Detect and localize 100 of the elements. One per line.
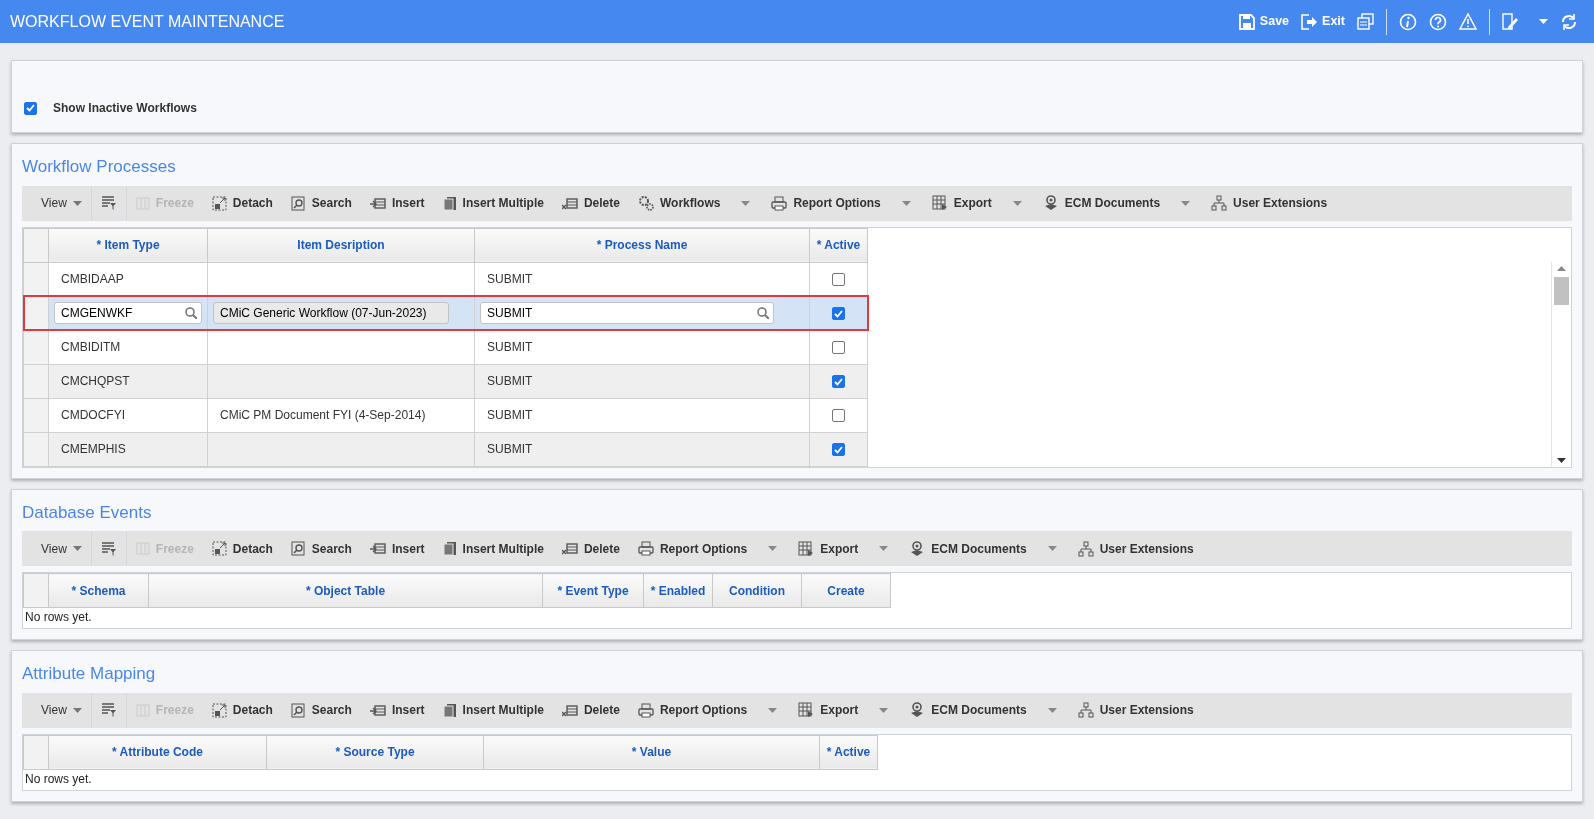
toolbar-button[interactable]: Search <box>281 692 361 728</box>
toolbar-button[interactable]: Insert <box>360 692 434 728</box>
row-header[interactable] <box>23 330 49 364</box>
toolbar-button[interactable]: Insert <box>360 185 434 221</box>
caret-icon <box>741 200 751 206</box>
pages-icon <box>442 541 457 556</box>
hierarchy-icon <box>1077 540 1094 557</box>
gears-icon <box>637 195 654 211</box>
caret-icon <box>879 546 889 551</box>
toolbar-button[interactable]: Workflows <box>628 185 730 221</box>
view-menu[interactable]: View <box>32 692 91 728</box>
toolbar-button[interactable]: Detach <box>202 531 282 566</box>
table-row[interactable]: CMBIDITM SUBMIT <box>23 330 868 364</box>
scroll-thumb[interactable] <box>1554 276 1569 305</box>
column-header: * Value <box>483 735 820 769</box>
printer-icon <box>637 541 654 556</box>
row-header[interactable] <box>23 262 49 296</box>
caret-icon <box>879 707 889 713</box>
caret-icon <box>1539 19 1548 24</box>
table-row[interactable]: CMEMPHIS SUBMIT <box>23 432 868 466</box>
toolbar-button[interactable]: User Extensions <box>1068 531 1203 566</box>
column-header: * Active <box>809 228 868 262</box>
delete-row-icon <box>561 195 578 211</box>
toolbar-button[interactable]: Search <box>281 185 361 221</box>
toolbar-button[interactable]: Insert Multiple <box>433 531 553 566</box>
table-row[interactable]: CMDOCFYI CMiC PM Document FYI (4-Sep-2014) SUBMIT <box>23 398 868 432</box>
toolbar-button[interactable]: Export <box>922 185 1001 221</box>
search-icon <box>290 541 306 556</box>
toolbar-button[interactable]: Report Options <box>628 692 757 728</box>
table-row[interactable]: CMCHQPST SUBMIT <box>23 364 868 398</box>
toolbar-button[interactable]: Export <box>789 531 868 566</box>
table-cell: SUBMIT <box>474 432 810 466</box>
process-name-field[interactable]: SUBMIT <box>480 302 774 324</box>
table-row[interactable]: CMGENWKF CMiC Generic Workflow (07-Jun-2023) SUBMIT <box>23 296 868 330</box>
toolbar-button[interactable]: Delete <box>552 692 629 728</box>
toolbar-button[interactable]: Report Options <box>762 185 890 221</box>
caret-icon <box>1012 200 1022 206</box>
filter-icon <box>100 540 117 557</box>
detach-icon <box>211 195 227 211</box>
search-icon <box>757 307 769 319</box>
insert-row-icon <box>369 195 386 211</box>
toolbar-button[interactable]: ECM Documents <box>1033 185 1170 221</box>
help-icon <box>1429 12 1447 31</box>
toolbar-button[interactable]: Detach <box>202 185 282 221</box>
active-checkbox[interactable] <box>832 341 845 355</box>
column-header: * Active <box>819 735 878 769</box>
scroll-up-icon <box>1557 265 1566 271</box>
caret-icon <box>72 707 82 713</box>
search-icon <box>185 307 197 319</box>
active-checkbox[interactable] <box>832 443 845 457</box>
toolbar-button[interactable]: ECM Documents <box>900 531 1036 566</box>
caret-icon <box>1047 707 1057 713</box>
detach-icon <box>211 702 227 718</box>
row-header-corner <box>23 735 49 769</box>
hierarchy-icon <box>1211 195 1228 211</box>
table-cell: CMCHQPST <box>48 364 208 398</box>
toolbar-button[interactable]: Delete <box>552 531 629 566</box>
section-title: Workflow Processes <box>21 156 177 178</box>
active-checkbox[interactable] <box>832 273 845 287</box>
table-export-icon <box>798 702 815 718</box>
table-row[interactable]: CMBIDAAP SUBMIT <box>23 262 868 296</box>
insert-row-icon <box>369 702 386 718</box>
table-export-icon <box>931 195 948 211</box>
column-header: * Process Name <box>474 228 810 262</box>
item-type-field[interactable]: CMGENWKF <box>54 302 202 324</box>
toolbar-button[interactable]: Delete <box>552 185 629 221</box>
row-header[interactable] <box>23 296 49 330</box>
view-menu[interactable]: View <box>32 531 91 566</box>
description-field[interactable]: CMiC Generic Workflow (07-Jun-2023) <box>213 302 449 324</box>
row-header-corner <box>23 573 49 608</box>
caret-icon <box>72 200 82 206</box>
table-cell: SUBMIT <box>474 330 810 364</box>
pages-icon <box>442 702 457 718</box>
scrollbar[interactable] <box>1551 261 1571 467</box>
active-checkbox[interactable] <box>832 307 845 321</box>
column-header: * Item Type <box>48 228 208 262</box>
search-icon <box>290 195 306 211</box>
toolbar-button[interactable]: Insert Multiple <box>433 185 553 221</box>
toolbar-button[interactable]: User Extensions <box>1068 692 1203 728</box>
toolbar-button[interactable]: Search <box>281 531 361 566</box>
column-header: Item Desription <box>207 228 475 262</box>
toolbar-button[interactable]: Export <box>789 692 868 728</box>
toolbar-button[interactable]: User Extensions <box>1202 185 1337 221</box>
toolbar-button[interactable]: Detach <box>202 692 282 728</box>
scroll-down-icon <box>1557 457 1566 463</box>
filter-icon <box>100 195 117 211</box>
checkbox-label: Show Inactive Workflows <box>53 100 197 117</box>
caret-icon <box>901 200 911 206</box>
table-cell: CMBIDITM <box>48 330 208 364</box>
active-checkbox[interactable] <box>832 375 845 389</box>
toolbar-button[interactable]: Insert Multiple <box>433 692 553 728</box>
toolbar-button[interactable]: ECM Documents <box>900 692 1036 728</box>
toolbar-button[interactable]: Report Options <box>628 531 757 566</box>
edit-icon <box>1502 13 1519 30</box>
column-header: * Object Table <box>148 573 543 608</box>
search-icon <box>290 702 306 718</box>
toolbar-button[interactable]: Insert <box>360 531 434 566</box>
view-menu[interactable]: View <box>32 185 91 221</box>
caret-icon <box>72 546 82 551</box>
active-checkbox[interactable] <box>832 409 845 423</box>
